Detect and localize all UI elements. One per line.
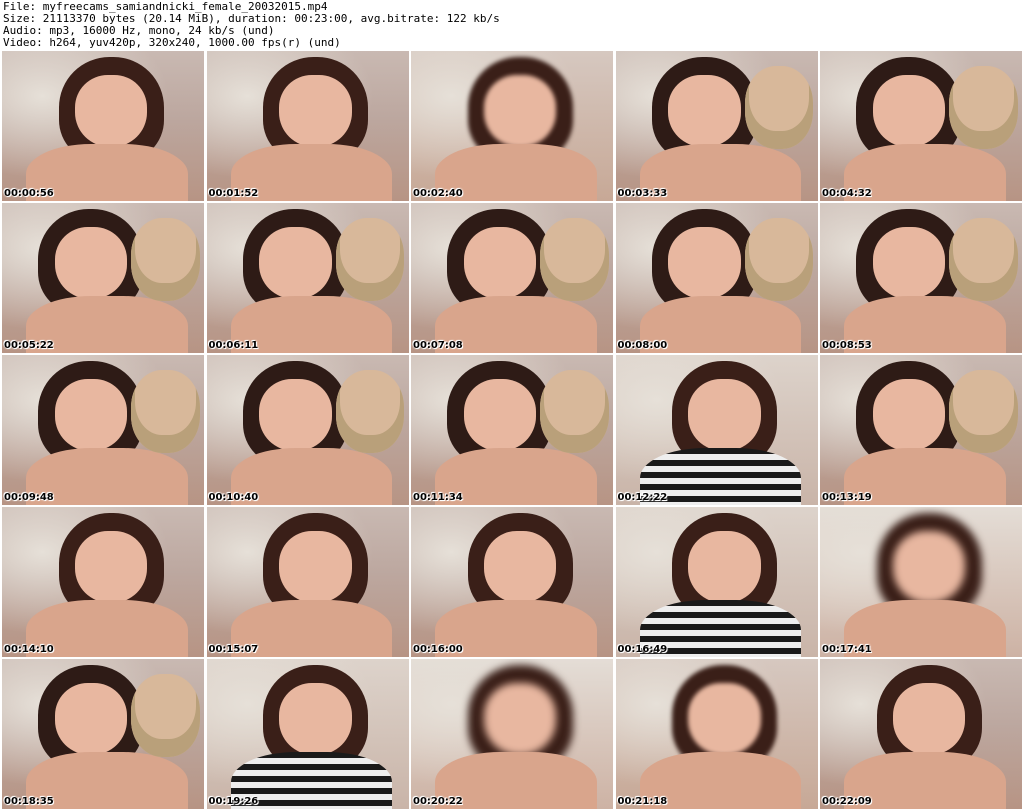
thumbnail-face [483, 75, 557, 147]
thumbnail-face [259, 227, 332, 299]
video-thumbnail[interactable]: 00:13:19 [820, 355, 1022, 505]
thumbnail-face [892, 683, 966, 755]
thumbnail-timestamp: 00:15:07 [208, 644, 259, 655]
thumbnail-face [668, 75, 741, 147]
thumbnail-timestamp: 00:19:26 [208, 796, 259, 807]
thumbnail-timestamp: 00:21:18 [617, 796, 668, 807]
thumbnail-face [54, 227, 128, 299]
video-thumbnail[interactable]: 00:08:53 [820, 203, 1022, 353]
thumbnail-face [668, 227, 741, 299]
video-thumbnail[interactable]: 00:09:48 [2, 355, 204, 505]
video-thumbnail[interactable]: 00:14:10 [2, 507, 204, 657]
thumbnail-timestamp: 00:07:08 [413, 340, 463, 351]
video-thumbnail[interactable]: 00:18:35 [2, 659, 204, 809]
video-thumbnail[interactable]: 00:15:07 [206, 507, 409, 657]
file-info-header: File: myfreecams_samiandnicki_female_200… [3, 1, 500, 49]
thumbnail-face [688, 531, 761, 603]
thumbnail-face [688, 683, 761, 755]
video-thumbnail[interactable]: 00:03:33 [615, 51, 818, 201]
thumbnail-timestamp: 00:09:48 [4, 492, 54, 503]
video-thumbnail[interactable]: 00:12:22 [615, 355, 818, 505]
thumbnail-timestamp: 00:08:00 [617, 340, 668, 351]
video-thumbnail[interactable]: 00:10:40 [206, 355, 409, 505]
thumbnail-timestamp: 00:08:53 [822, 340, 872, 351]
video-thumbnail[interactable]: 00:19:26 [206, 659, 409, 809]
thumbnail-face [892, 531, 966, 603]
thumbnail-timestamp: 00:22:09 [822, 796, 872, 807]
thumbnail-face [259, 379, 332, 451]
thumbnail-timestamp: 00:12:22 [617, 492, 668, 503]
thumbnail-face [872, 75, 946, 147]
thumbnail-timestamp: 00:16:00 [413, 644, 463, 655]
thumbnail-timestamp: 00:14:10 [4, 644, 54, 655]
thumbnail-face [483, 531, 557, 603]
thumbnail-face [872, 379, 946, 451]
thumbnail-face [74, 531, 148, 603]
thumbnail-face [279, 75, 352, 147]
video-thumbnail[interactable]: 00:20:22 [411, 659, 613, 809]
thumbnail-timestamp: 00:04:32 [822, 188, 872, 199]
thumbnail-timestamp: 00:02:40 [413, 188, 463, 199]
thumbnail-face [54, 683, 128, 755]
video-thumbnail[interactable]: 00:08:00 [615, 203, 818, 353]
video-thumbnail[interactable]: 00:06:11 [206, 203, 409, 353]
video-thumbnail[interactable]: 00:04:32 [820, 51, 1022, 201]
thumbnail-face [279, 683, 352, 755]
thumbnail-timestamp: 00:06:11 [208, 340, 259, 351]
thumbnail-face [279, 531, 352, 603]
thumbnail-timestamp: 00:20:22 [413, 796, 463, 807]
thumbnail-face [54, 379, 128, 451]
video-thumbnail[interactable]: 00:17:41 [820, 507, 1022, 657]
thumbnail-grid: 00:00:56 00:01:52 00:02:40 00:03:33 00:04:32… [2, 51, 1022, 809]
thumbnail-timestamp: 00:17:41 [822, 644, 872, 655]
video-thumbnail[interactable]: 00:11:34 [411, 355, 613, 505]
thumbnail-timestamp: 00:00:56 [4, 188, 54, 199]
video-thumbnail[interactable]: 00:05:22 [2, 203, 204, 353]
thumbnail-timestamp: 00:18:35 [4, 796, 54, 807]
video-thumbnail[interactable]: 00:22:09 [820, 659, 1022, 809]
thumbnail-timestamp: 00:16:49 [617, 644, 668, 655]
thumbnail-face [463, 379, 537, 451]
thumbnail-face [483, 683, 557, 755]
thumbnail-timestamp: 00:10:40 [208, 492, 259, 503]
thumbnail-timestamp: 00:13:19 [822, 492, 872, 503]
video-thumbnail[interactable]: 00:01:52 [206, 51, 409, 201]
thumbnail-timestamp: 00:11:34 [413, 492, 463, 503]
thumbnail-face [688, 379, 761, 451]
video-thumbnail[interactable]: 00:21:18 [615, 659, 818, 809]
thumbnail-face [872, 227, 946, 299]
video-info-line: Video: h264, yuv420p, 320x240, 1000.00 f… [3, 36, 341, 49]
thumbnail-face [463, 227, 537, 299]
video-thumbnail[interactable]: 00:00:56 [2, 51, 204, 201]
video-thumbnail[interactable]: 00:16:49 [615, 507, 818, 657]
video-thumbnail[interactable]: 00:07:08 [411, 203, 613, 353]
video-thumbnail[interactable]: 00:02:40 [411, 51, 613, 201]
video-thumbnail[interactable]: 00:16:00 [411, 507, 613, 657]
thumbnail-timestamp: 00:03:33 [617, 188, 668, 199]
thumbnail-timestamp: 00:05:22 [4, 340, 54, 351]
thumbnail-face [74, 75, 148, 147]
thumbnail-timestamp: 00:01:52 [208, 188, 259, 199]
